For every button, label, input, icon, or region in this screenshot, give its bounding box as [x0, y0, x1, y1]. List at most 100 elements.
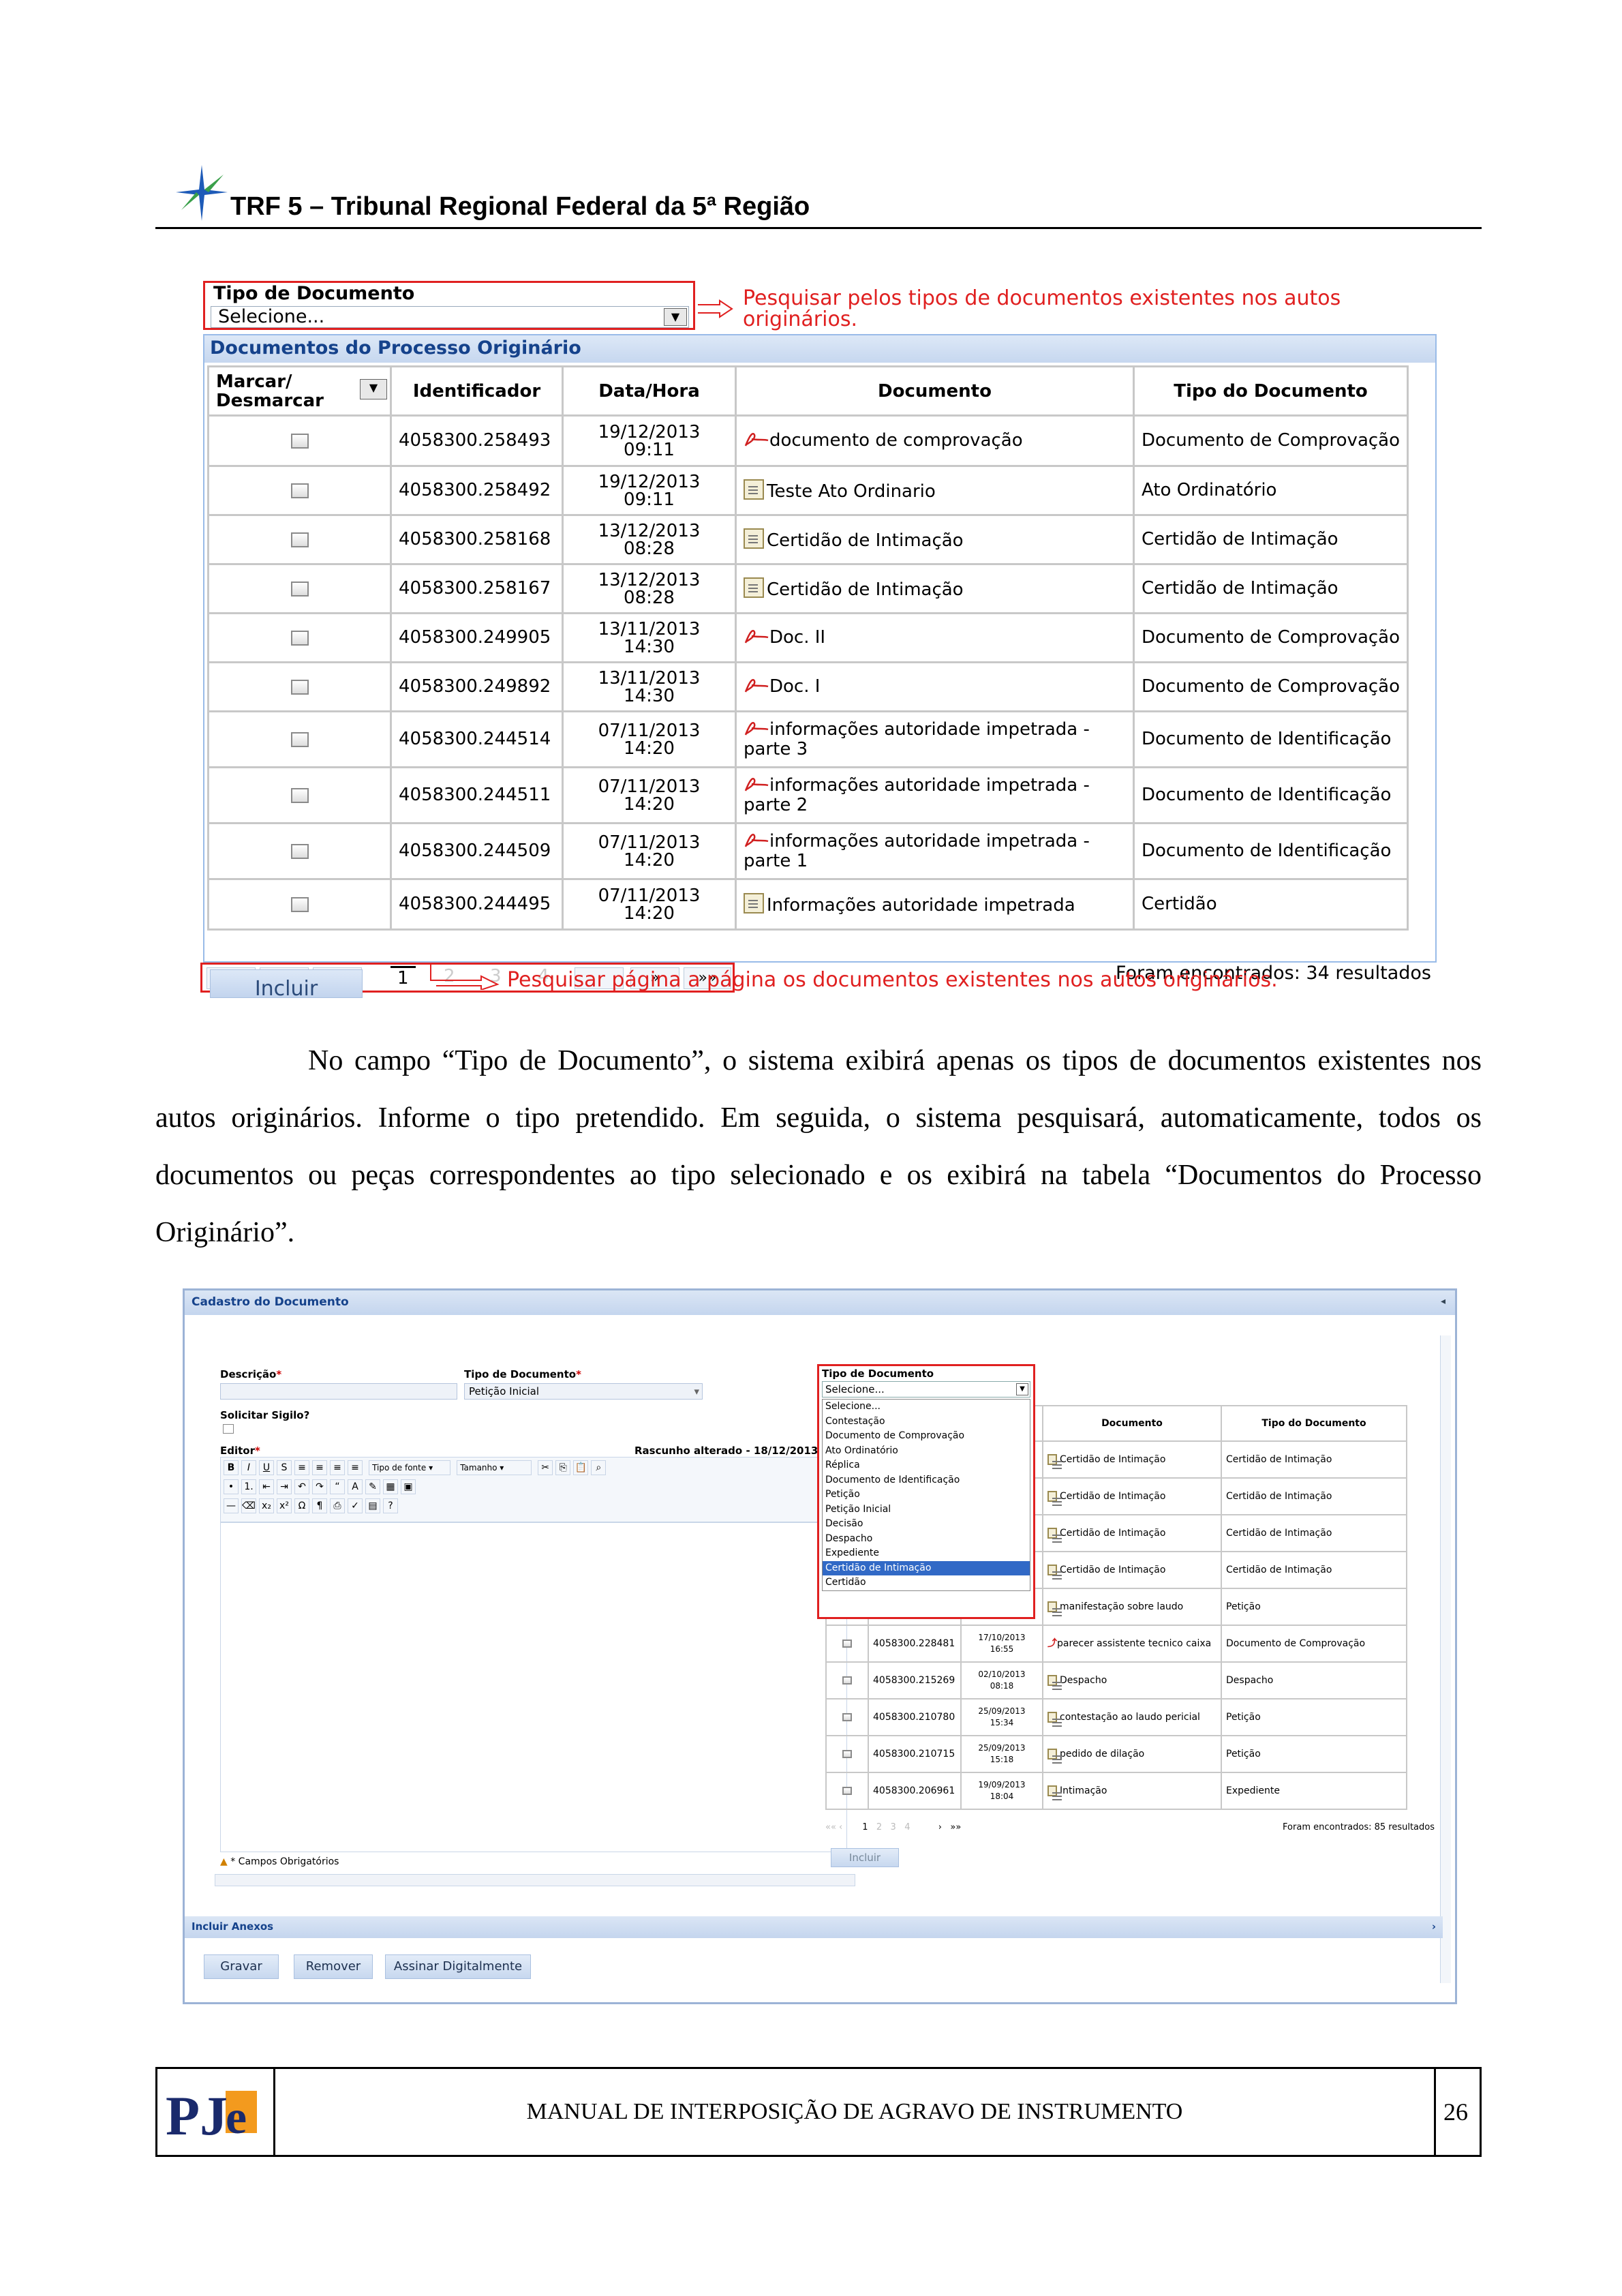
row-checkbox[interactable]: [290, 896, 309, 912]
row-checkbox[interactable]: [842, 1749, 852, 1758]
dropdown-option[interactable]: Documento de Identificação: [823, 1473, 1030, 1488]
document-cell[interactable]: Despacho: [1042, 1661, 1222, 1700]
remove-button[interactable]: Remover: [294, 1954, 373, 1979]
row-checkbox[interactable]: [290, 483, 309, 498]
document-link[interactable]: documento de comprovação: [769, 430, 1023, 451]
dropdown-option[interactable]: Réplica: [823, 1458, 1030, 1473]
document-link[interactable]: Certidão de Intimação: [767, 579, 964, 600]
row-checkbox[interactable]: [290, 731, 309, 747]
incluir-button[interactable]: Incluir: [831, 1848, 899, 1867]
document-cell[interactable]: Teste Ato Ordinario: [735, 465, 1135, 516]
document-link[interactable]: Teste Ato Ordinario: [767, 481, 936, 502]
numbered-list-icon[interactable]: 1.: [241, 1479, 256, 1494]
column-header[interactable]: Marcar/ Desmarcar ▼: [207, 365, 392, 417]
vertical-scrollbar[interactable]: [1440, 1335, 1451, 1983]
image-icon[interactable]: ▣: [401, 1479, 416, 1494]
row-checkbox[interactable]: [842, 1676, 852, 1685]
document-cell[interactable]: documento de comprovação: [735, 414, 1135, 467]
redo-icon[interactable]: ↷: [312, 1479, 327, 1494]
document-cell[interactable]: contestação ao laudo pericial: [1042, 1698, 1222, 1736]
document-cell[interactable]: Certidão de Intimação: [735, 563, 1135, 614]
document-link[interactable]: Informações autoridade impetrada: [767, 895, 1075, 916]
align-left-icon[interactable]: ≡: [294, 1460, 309, 1475]
dropdown-option[interactable]: Despacho: [823, 1532, 1030, 1547]
document-cell[interactable]: ⤴parecer assistente tecnico caixa: [1042, 1625, 1222, 1663]
highlight-icon[interactable]: ✎: [365, 1479, 380, 1494]
document-cell[interactable]: Certidão de Intimação: [1042, 1477, 1222, 1515]
document-link[interactable]: Doc. I: [769, 676, 820, 697]
document-cell[interactable]: informações autoridade impetrada - parte…: [735, 710, 1135, 768]
dropdown-option[interactable]: Selecione...: [823, 1400, 1030, 1415]
special-char-icon[interactable]: Ω: [294, 1498, 309, 1513]
indent-icon[interactable]: ⇥: [277, 1479, 292, 1494]
row-checkbox[interactable]: [290, 532, 309, 547]
description-input[interactable]: [220, 1383, 457, 1400]
subscript-icon[interactable]: x₂: [259, 1498, 274, 1513]
help-icon[interactable]: ?: [383, 1498, 398, 1513]
find-icon[interactable]: ⌕: [591, 1460, 607, 1475]
dropdown-option[interactable]: Ato Ordinatório: [823, 1444, 1030, 1459]
table-icon[interactable]: ▦: [383, 1479, 398, 1494]
document-cell[interactable]: informações autoridade impetrada - parte…: [735, 822, 1135, 880]
quote-icon[interactable]: “: [330, 1479, 345, 1494]
document-cell[interactable]: Doc. I: [735, 661, 1135, 712]
secrecy-checkbox[interactable]: [223, 1424, 234, 1434]
collapse-icon[interactable]: ◂: [1441, 1296, 1445, 1307]
dropdown-option[interactable]: Expediente: [823, 1546, 1030, 1561]
attachments-header[interactable]: Incluir Anexos ›: [185, 1916, 1443, 1938]
document-cell[interactable]: informações autoridade impetrada - parte…: [735, 766, 1135, 824]
outdent-icon[interactable]: ⇤: [259, 1479, 274, 1494]
document-cell[interactable]: manifestação sobre laudo: [1042, 1588, 1222, 1626]
print-icon[interactable]: ⎙: [330, 1498, 345, 1513]
document-link[interactable]: informações autoridade impetrada - parte…: [744, 719, 1090, 759]
document-cell[interactable]: Certidão de Intimação: [1042, 1514, 1222, 1552]
dropdown-option[interactable]: Petição Inicial: [823, 1502, 1030, 1517]
row-checkbox[interactable]: [290, 787, 309, 803]
document-cell[interactable]: pedido de dilação: [1042, 1735, 1222, 1773]
editor-body[interactable]: [220, 1522, 847, 1852]
bold-icon[interactable]: B: [224, 1460, 239, 1475]
dropdown-option[interactable]: Documento de Comprovação: [823, 1429, 1030, 1444]
paste-icon[interactable]: 📋: [573, 1460, 589, 1475]
first-page-button[interactable]: «« ‹: [825, 1822, 842, 1832]
dropdown-option[interactable]: Contestação: [823, 1415, 1030, 1430]
chevron-down-icon[interactable]: ▼: [360, 378, 387, 399]
dropdown-option[interactable]: Certidão: [823, 1575, 1030, 1590]
row-checkbox[interactable]: [842, 1639, 852, 1648]
row-checkbox[interactable]: [290, 679, 309, 695]
row-checkbox[interactable]: [842, 1712, 852, 1721]
save-icon[interactable]: ▤: [365, 1498, 380, 1513]
align-center-icon[interactable]: ≡: [312, 1460, 327, 1475]
strikethrough-icon[interactable]: S: [277, 1460, 292, 1475]
document-cell[interactable]: Certidão de Intimação: [735, 514, 1135, 565]
undo-icon[interactable]: ↶: [294, 1479, 309, 1494]
italic-icon[interactable]: I: [241, 1460, 256, 1475]
type-select[interactable]: Selecione... ▼: [211, 306, 689, 328]
incluir-button[interactable]: Incluir: [210, 969, 363, 1001]
spellcheck-icon[interactable]: ✓: [348, 1498, 363, 1513]
cut-icon[interactable]: ✂: [538, 1460, 553, 1475]
document-link[interactable]: Doc. II: [769, 627, 825, 648]
pilcrow-icon[interactable]: ¶: [312, 1498, 327, 1513]
row-checkbox[interactable]: [290, 843, 309, 859]
chevron-down-icon[interactable]: ▼: [1016, 1383, 1028, 1395]
row-checkbox[interactable]: [842, 1786, 852, 1795]
eraser-icon[interactable]: ⌫: [241, 1498, 256, 1513]
font-select[interactable]: Tipo de fonte ▾: [369, 1460, 451, 1475]
document-link[interactable]: informações autoridade impetrada - parte…: [744, 775, 1090, 815]
row-checkbox[interactable]: [290, 630, 309, 646]
dropdown-option[interactable]: Petição: [823, 1487, 1030, 1502]
horizontal-scrollbar[interactable]: [215, 1874, 855, 1886]
document-link[interactable]: Certidão de Intimação: [767, 530, 964, 551]
type-select[interactable]: Petição Inicial ▾: [464, 1383, 703, 1400]
dropdown-option[interactable]: Certidão de Intimação: [823, 1560, 1030, 1575]
copy-icon[interactable]: ⎘: [555, 1460, 571, 1475]
page-number-current[interactable]: 1: [862, 1822, 868, 1832]
save-button[interactable]: Gravar: [204, 1954, 279, 1979]
align-right-icon[interactable]: ≡: [330, 1460, 345, 1475]
underline-icon[interactable]: U: [259, 1460, 274, 1475]
document-cell[interactable]: Informações autoridade impetrada: [735, 878, 1135, 931]
row-checkbox[interactable]: [290, 433, 309, 449]
horizontal-line-icon[interactable]: —: [224, 1498, 239, 1513]
font-color-icon[interactable]: A: [348, 1479, 363, 1494]
